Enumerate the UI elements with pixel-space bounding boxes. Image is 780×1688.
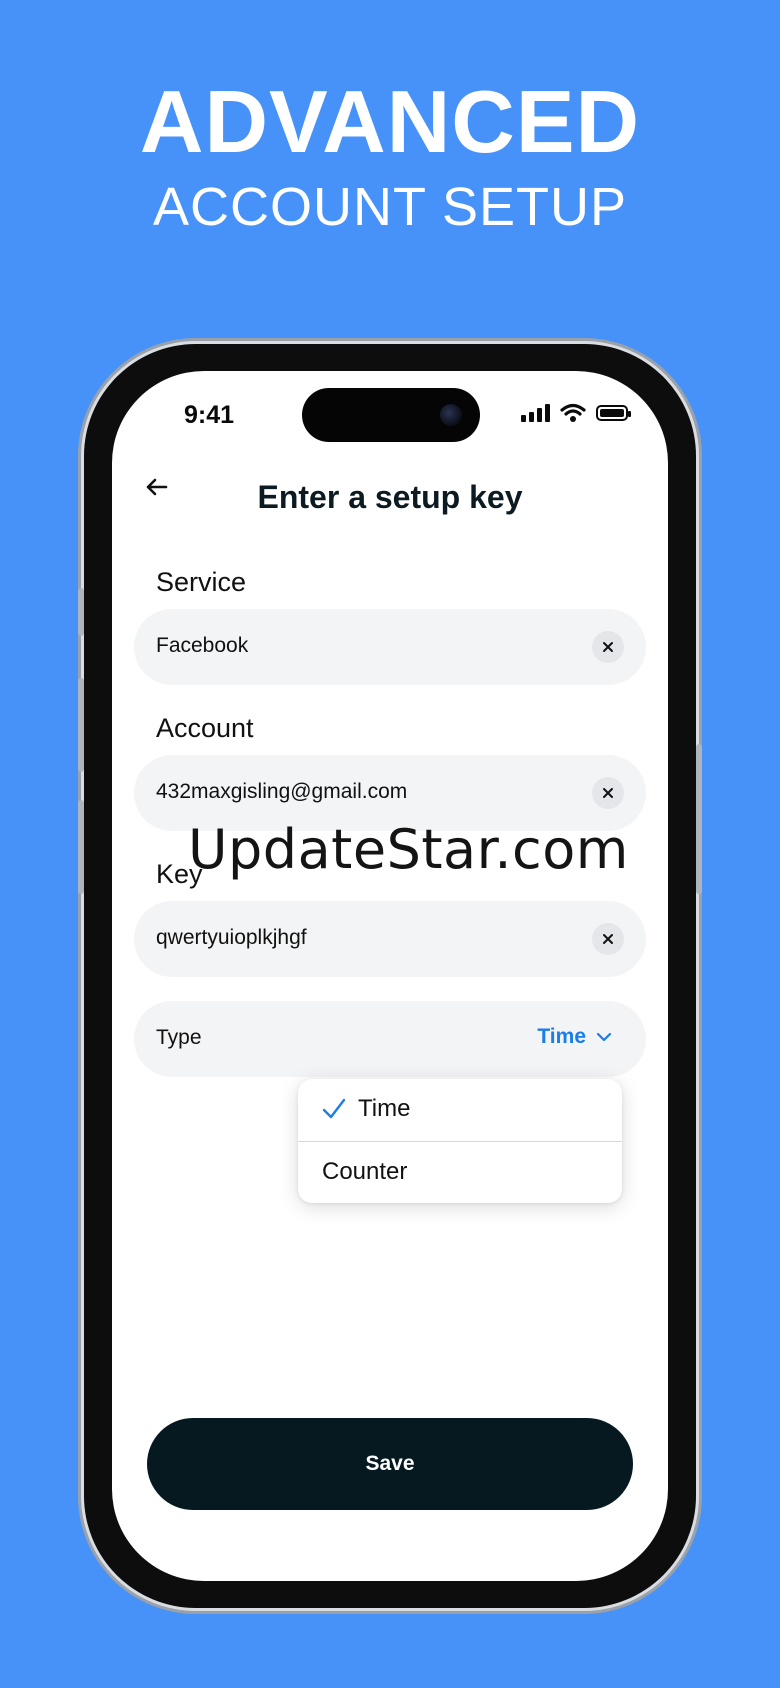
- banner-headline: ADVANCED: [139, 72, 641, 171]
- type-selector[interactable]: Type Time: [134, 1001, 646, 1077]
- phone-volume-up-button: [78, 678, 84, 772]
- save-button[interactable]: Save: [147, 1418, 633, 1510]
- phone-action-button: [78, 588, 84, 636]
- type-dropdown-toggle[interactable]: Time: [537, 1025, 612, 1049]
- status-time: 9:41: [184, 401, 235, 429]
- clear-key-button[interactable]: [592, 923, 624, 955]
- status-icons: [521, 403, 631, 423]
- close-icon: [603, 642, 613, 652]
- account-label: Account: [156, 713, 254, 743]
- dropdown-option-counter[interactable]: Counter: [298, 1142, 622, 1204]
- banner-subhead: ACCOUNT SETUP: [152, 177, 628, 237]
- type-label: Type: [156, 1026, 202, 1049]
- type-value: Time: [537, 1025, 586, 1048]
- type-dropdown-menu: Time Counter: [298, 1079, 622, 1203]
- key-value: qwertyuioplkjhgf: [156, 926, 307, 949]
- dropdown-option-label: Counter: [322, 1158, 408, 1185]
- phone-power-button: [696, 744, 702, 894]
- page-title: Enter a setup key: [257, 479, 523, 515]
- close-icon: [603, 934, 613, 944]
- key-field[interactable]: qwertyuioplkjhgf: [134, 901, 646, 977]
- camera-icon: [440, 404, 462, 426]
- battery-icon: [596, 405, 631, 421]
- service-field[interactable]: Facebook: [134, 609, 646, 685]
- cellular-signal-icon: [521, 404, 550, 422]
- phone-screen: 9:41 Enter a setup key Service Facebook …: [112, 371, 668, 1581]
- phone-volume-down-button: [78, 800, 84, 894]
- dropdown-option-label: Time: [358, 1095, 411, 1122]
- close-icon: [603, 788, 613, 798]
- service-value: Facebook: [156, 634, 249, 657]
- clear-account-button[interactable]: [592, 777, 624, 809]
- dropdown-option-time[interactable]: Time: [298, 1079, 622, 1141]
- dynamic-island: [302, 388, 480, 442]
- watermark: UpdateStar.com: [188, 818, 629, 881]
- account-value: 432maxgisling@gmail.com: [156, 780, 408, 803]
- clear-service-button[interactable]: [592, 631, 624, 663]
- service-label: Service: [156, 567, 247, 597]
- chevron-down-icon: [596, 1032, 612, 1042]
- checkmark-icon: [322, 1098, 346, 1119]
- wifi-icon: [560, 403, 586, 422]
